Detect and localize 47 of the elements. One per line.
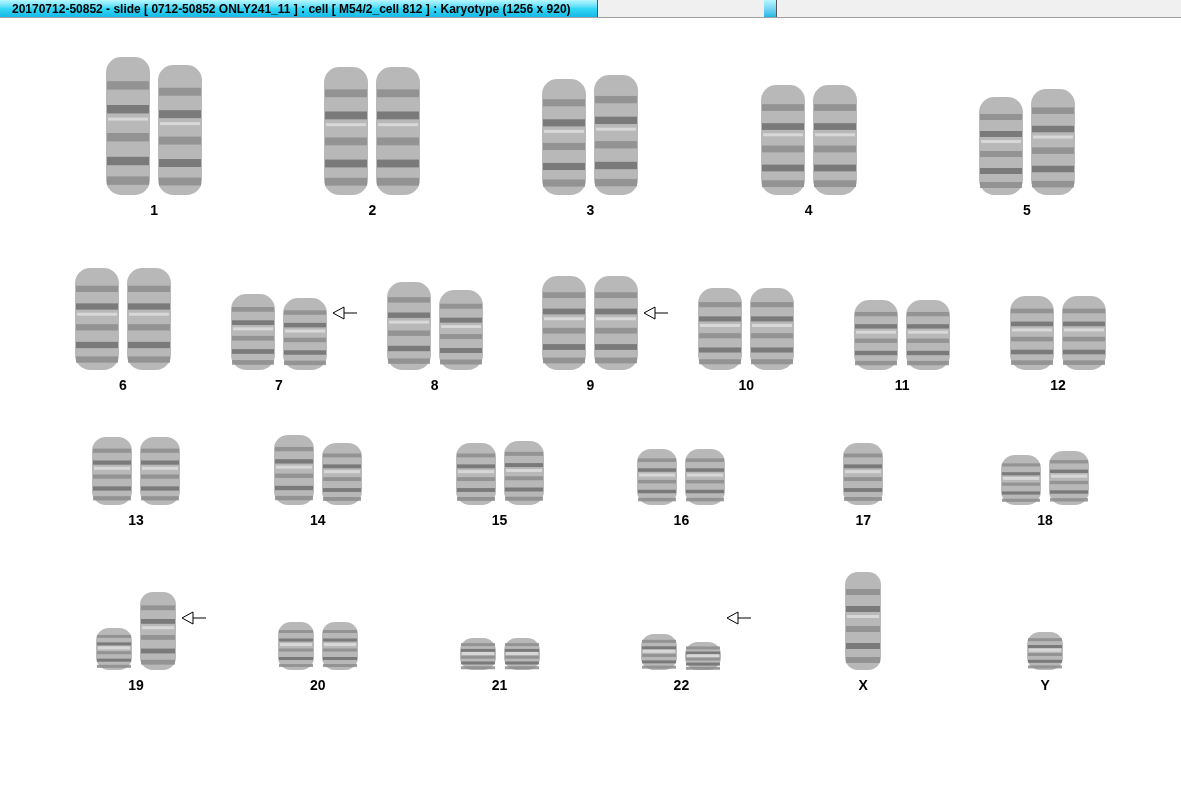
- chromosome-drawing: [842, 442, 885, 506]
- chromosome-label: 21: [491, 676, 508, 695]
- chromosome-drawing: [320, 621, 359, 671]
- chromosome-label: X: [858, 676, 868, 695]
- chromosome-label: 3: [586, 201, 595, 220]
- chromosome-label: 16: [673, 511, 690, 530]
- chromosome-drawing: [502, 440, 545, 506]
- chromosome-drawing: [636, 448, 679, 506]
- chromosome-label: 8: [430, 376, 439, 395]
- chromosome-drawing: [640, 633, 679, 671]
- title-tab[interactable]: [764, 0, 777, 17]
- chromosome-label: 14: [309, 511, 326, 530]
- chromosome-label: 4: [804, 201, 813, 220]
- chromosome-drawing: [138, 436, 181, 506]
- chromosome-drawing: [684, 448, 727, 506]
- chromosome-drawing: [94, 627, 133, 671]
- chromosome-label: 18: [1037, 511, 1053, 530]
- chromosome-drawing: [684, 641, 723, 671]
- chromosome-label: 19: [128, 676, 144, 695]
- chromosome-label: 15: [491, 511, 508, 530]
- chromosome-label: 13: [128, 511, 144, 530]
- chromosome-label: 17: [855, 511, 872, 530]
- chromosome-drawing: [1026, 631, 1065, 671]
- chromosome-label: 6: [119, 376, 127, 395]
- chromosome-label: 22: [673, 676, 690, 695]
- chromosome-drawing: [502, 637, 541, 671]
- chromosome-label: 5: [1023, 201, 1031, 220]
- chromosome-label: 9: [586, 376, 595, 395]
- chromosome-label: 2: [368, 201, 377, 220]
- chromosome-label: 20: [309, 676, 326, 695]
- chromosome-drawing: [454, 442, 497, 506]
- chromosome-label: 10: [738, 376, 755, 395]
- chromosome-drawing: [458, 637, 497, 671]
- chromosome-label: 7: [274, 376, 283, 395]
- chromosome-label: Y: [1040, 676, 1050, 695]
- chromosome-label: 12: [1050, 376, 1066, 395]
- chromosome-drawing: [853, 299, 900, 371]
- chromosome-drawing: [1000, 454, 1043, 506]
- window-title: 20170712-50852 - slide [ 0712-50852 ONLY241_11 ] : cell [ M54/2_cell 812 ] : Karyotype (1256 x 920): [0, 0, 598, 17]
- chromosome-label: 11: [894, 376, 910, 395]
- chromosome-label: 1: [150, 201, 158, 220]
- chromosome-drawing: [905, 299, 952, 371]
- chromosome-drawing: [276, 621, 315, 671]
- chromosome-drawing: [90, 436, 133, 506]
- chromosome-drawing: [1048, 450, 1091, 506]
- chromosome-drawing: [320, 442, 363, 506]
- chromosome-drawing: [272, 434, 315, 506]
